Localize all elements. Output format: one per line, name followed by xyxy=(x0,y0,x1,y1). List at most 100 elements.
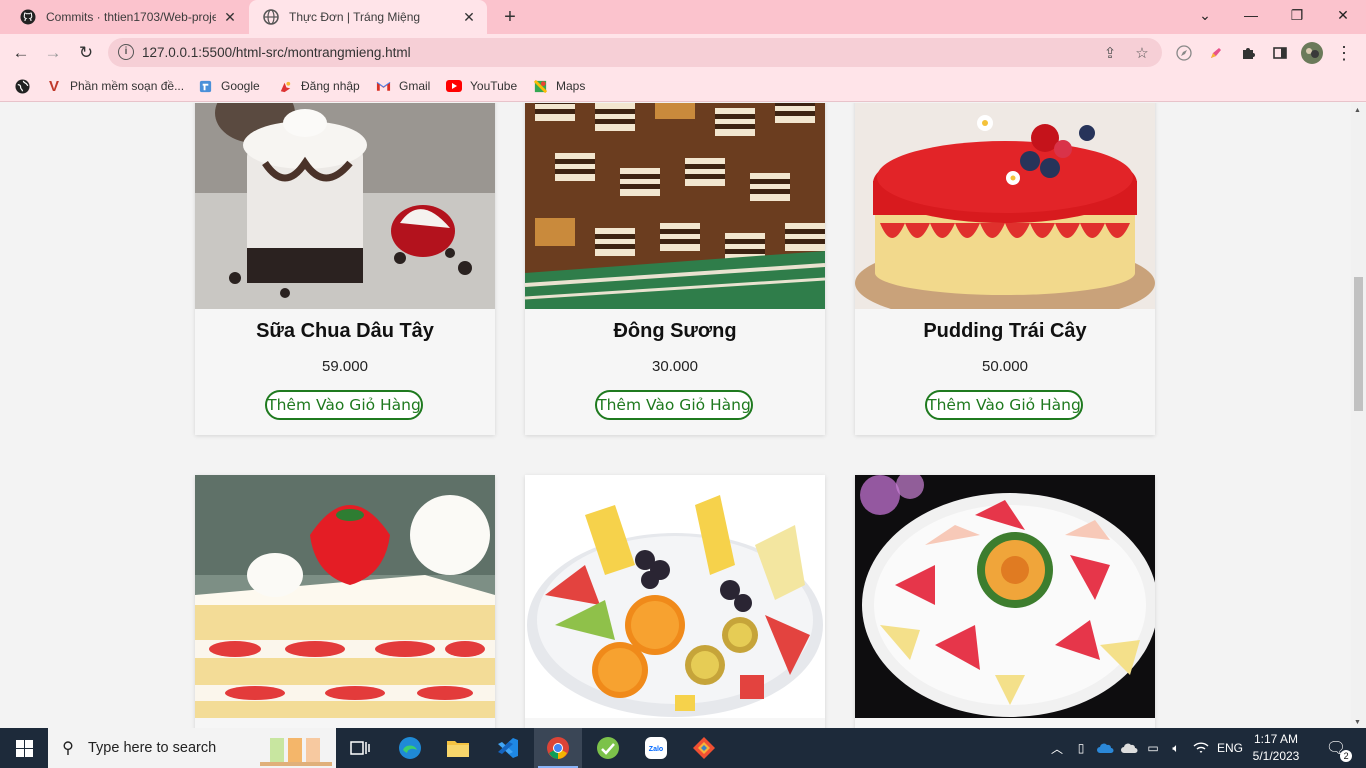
bookmark-label: Đăng nhập xyxy=(301,79,360,93)
bookmark-label: YouTube xyxy=(470,79,518,93)
menu-card: Đông Sương 30.000 Thêm Vào Giỏ Hàng xyxy=(525,103,825,435)
dish-name: Đông Sương xyxy=(613,320,737,342)
bookmark-youtube[interactable]: YouTube xyxy=(446,76,517,96)
close-tab-icon[interactable]: ✕ xyxy=(461,9,477,25)
fruit-plate-image xyxy=(855,475,1155,718)
layered-jelly-image xyxy=(525,103,825,309)
back-button[interactable]: ← xyxy=(8,40,34,66)
menu-card xyxy=(195,475,495,728)
globe-icon xyxy=(14,78,30,94)
add-to-cart-button[interactable]: Thêm Vào Giỏ Hàng xyxy=(265,390,423,420)
v-logo-icon: V xyxy=(48,77,59,95)
bookmark-dang-nhap[interactable]: Đăng nhập xyxy=(277,76,360,96)
tab-strip: Commits · thtien1703/Web-proje ✕ Thực Đơ… xyxy=(0,0,1366,34)
windows-start-button[interactable] xyxy=(0,728,48,768)
tab-title: Thực Đơn | Tráng Miệng xyxy=(289,10,421,24)
fruit-pudding-image xyxy=(855,103,1155,309)
extension-compass-icon[interactable] xyxy=(1173,42,1195,64)
dish-price: 30.000 xyxy=(652,358,698,375)
share-icon[interactable]: ⇪ xyxy=(1100,43,1120,63)
tab-menu-desserts[interactable]: Thực Đơn | Tráng Miệng ✕ xyxy=(249,0,487,34)
windows-logo-icon xyxy=(15,739,33,757)
battery-icon[interactable]: ▭ xyxy=(1142,728,1164,768)
browser-toolbar: ← → ↻ i 127.0.0.1:5500/html-src/montrang… xyxy=(0,34,1366,71)
url-text[interactable]: 127.0.0.1:5500/html-src/montrangmieng.ht… xyxy=(142,45,411,60)
task-view-icon[interactable] xyxy=(336,728,384,768)
notification-center-button[interactable]: 🗨︎ 2 xyxy=(1318,728,1354,768)
git-tool-icon[interactable] xyxy=(680,728,728,768)
dish-name: Sữa Chua Dâu Tây xyxy=(256,320,434,342)
file-explorer-icon[interactable] xyxy=(434,728,482,768)
app-green-icon[interactable] xyxy=(584,728,632,768)
reload-button[interactable]: ↻ xyxy=(73,40,99,66)
chrome-icon[interactable] xyxy=(534,728,582,768)
bubble-tea-icon xyxy=(260,732,332,768)
extensions-puzzle-icon[interactable] xyxy=(1237,42,1259,64)
extension-pen-icon[interactable] xyxy=(1205,42,1227,64)
bookmark-label: Maps xyxy=(556,79,586,93)
strawberry-yogurt-image xyxy=(195,103,495,309)
chrome-menu-icon[interactable]: ⋮ xyxy=(1333,42,1355,64)
volume-icon[interactable]: 🔈︎ xyxy=(1165,728,1187,768)
scrollbar-thumb[interactable] xyxy=(1354,277,1363,411)
login-icon xyxy=(277,78,293,94)
onedrive-icon[interactable] xyxy=(1094,728,1116,768)
tab-search-icon[interactable]: ⌄ xyxy=(1182,0,1228,30)
profile-avatar[interactable] xyxy=(1301,42,1323,64)
globe-icon xyxy=(263,9,279,25)
youtube-icon xyxy=(446,78,462,94)
page-viewport: Sữa Chua Dâu Tây 59.000 Thêm Vào Giỏ Hàn… xyxy=(0,103,1366,728)
bookmark-label: Phần mềm soạn đề... xyxy=(70,79,185,93)
tray-device-icon[interactable]: ▯ xyxy=(1070,728,1092,768)
apps-globe-icon[interactable] xyxy=(14,76,38,96)
tab-title: Commits · thtien1703/Web-proje xyxy=(46,10,216,24)
taskbar-search-box[interactable]: ⚲ Type here to search xyxy=(48,728,336,768)
close-window-button[interactable]: ✕ xyxy=(1320,0,1366,30)
new-tab-button[interactable]: + xyxy=(498,5,522,29)
page-scrollbar[interactable]: ▲ ▼ xyxy=(1351,103,1366,728)
scroll-up-arrow-icon[interactable]: ▲ xyxy=(1354,107,1361,114)
site-info-icon[interactable]: i xyxy=(118,44,134,60)
address-bar[interactable]: i 127.0.0.1:5500/html-src/montrangmieng.… xyxy=(108,38,1162,67)
zalo-icon[interactable]: Zalo xyxy=(632,728,680,768)
language-indicator[interactable]: ENG xyxy=(1214,728,1246,768)
bookmark-google[interactable]: Google xyxy=(197,76,260,96)
menu-card xyxy=(525,475,825,728)
menu-card xyxy=(855,475,1155,728)
clock[interactable]: 1:17 AM 5/1/2023 xyxy=(1245,731,1307,765)
gmail-icon xyxy=(375,78,391,94)
restore-button[interactable]: ❐ xyxy=(1274,0,1320,30)
forward-button[interactable]: → xyxy=(40,40,66,66)
bookmark-maps[interactable]: Maps xyxy=(532,76,585,96)
close-tab-icon[interactable]: ✕ xyxy=(222,9,238,25)
add-to-cart-button[interactable]: Thêm Vào Giỏ Hàng xyxy=(595,390,753,420)
bookmark-label: Gmail xyxy=(399,79,431,93)
tray-expand-icon[interactable]: ︿ xyxy=(1046,728,1068,768)
bookmark-star-icon[interactable]: ☆ xyxy=(1132,43,1152,63)
bookmark-label: Google xyxy=(221,79,260,93)
bookmark-phan-mem[interactable]: V Phần mềm soạn đề... xyxy=(46,76,184,96)
cloud-icon[interactable] xyxy=(1118,728,1140,768)
minimize-button[interactable]: — xyxy=(1228,0,1274,30)
scroll-down-arrow-icon[interactable]: ▼ xyxy=(1354,719,1361,726)
tab-commits[interactable]: Commits · thtien1703/Web-proje ✕ xyxy=(6,0,248,34)
dish-price: 59.000 xyxy=(322,358,368,375)
google-icon xyxy=(197,78,213,94)
notification-icon: 🗨︎ 2 xyxy=(1326,738,1353,762)
notification-count: 2 xyxy=(1340,750,1353,762)
dish-price: 50.000 xyxy=(982,358,1028,375)
menu-card: Pudding Trái Cây 50.000 Thêm Vào Giỏ Hàn… xyxy=(855,103,1155,435)
wifi-icon[interactable] xyxy=(1190,728,1212,768)
bookmark-gmail[interactable]: Gmail xyxy=(375,76,430,96)
add-to-cart-button[interactable]: Thêm Vào Giỏ Hàng xyxy=(925,390,1083,420)
side-panel-icon[interactable] xyxy=(1269,42,1291,64)
vscode-icon[interactable] xyxy=(484,728,532,768)
windows-taskbar: ⚲ Type here to search Zalo ︿ ▯ ▭ 🔈︎ ENG xyxy=(0,728,1366,768)
menu-card: Sữa Chua Dâu Tây 59.000 Thêm Vào Giỏ Hàn… xyxy=(195,103,495,435)
bookmarks-bar: V Phần mềm soạn đề... Google Đăng nhập G… xyxy=(0,71,1366,102)
edge-icon[interactable] xyxy=(386,728,434,768)
clock-date: 5/1/2023 xyxy=(1252,749,1300,763)
clock-time: 1:17 AM xyxy=(1253,732,1299,746)
maps-icon xyxy=(532,78,548,94)
fruit-platter-image xyxy=(525,475,825,718)
